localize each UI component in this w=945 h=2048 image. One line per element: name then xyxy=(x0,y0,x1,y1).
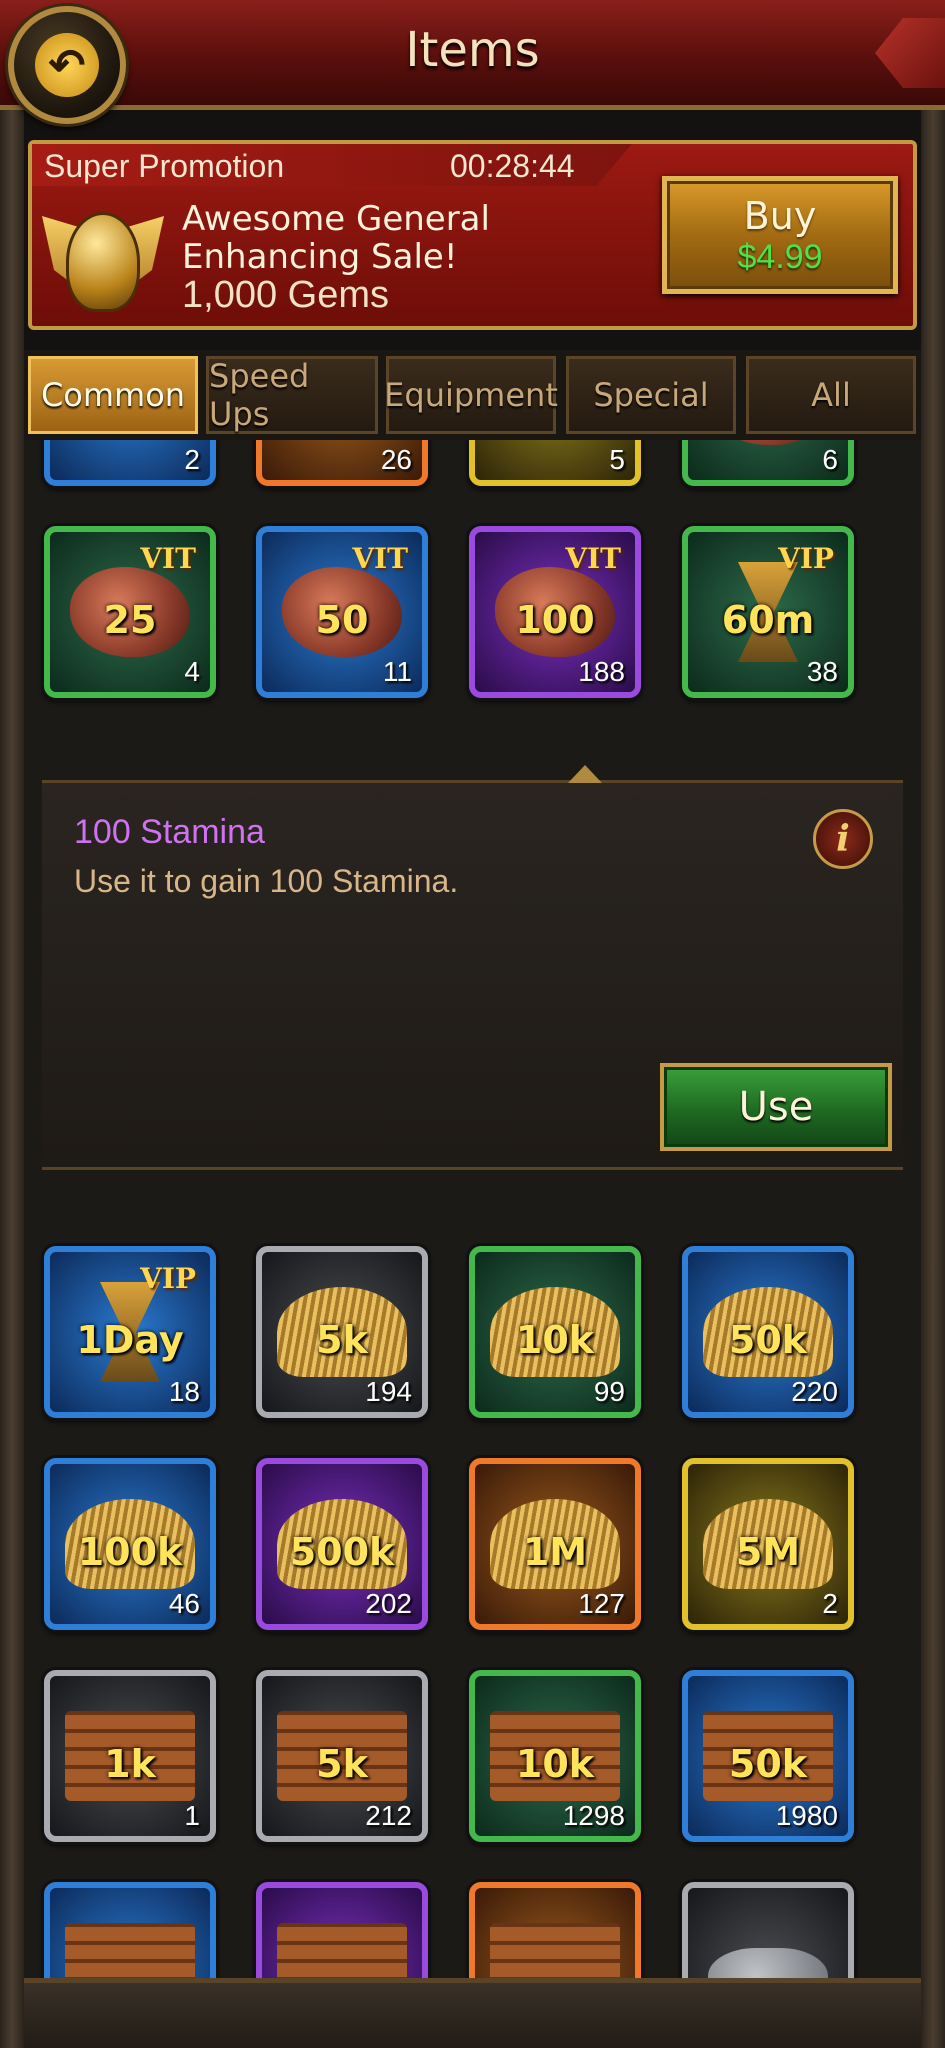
item-slot[interactable]: 100k 46 xyxy=(44,1458,216,1630)
item-amount-label: 25 xyxy=(103,598,157,642)
item-description: Use it to gain 100 Stamina. xyxy=(74,863,459,899)
item-slot[interactable] xyxy=(682,1882,854,1980)
wood-icon xyxy=(490,1923,620,1980)
item-slot[interactable]: VIP 60m 38 xyxy=(682,526,854,698)
tab-equipment[interactable]: Equipment xyxy=(384,356,558,434)
item-tag: VIP xyxy=(140,1262,196,1295)
tab-speed-ups[interactable]: Speed Ups xyxy=(206,356,378,434)
item-amount-label: 1Day xyxy=(76,1318,184,1362)
item-count: 194 xyxy=(365,1376,412,1407)
promotion-timer: 00:28:44 xyxy=(450,148,575,184)
super-promotion-banner[interactable]: Super Promotion 00:28:44 Awesome General… xyxy=(28,140,917,330)
frame-left xyxy=(0,110,24,2048)
item-count: 4 xyxy=(184,656,200,687)
item-amount-label: 50k xyxy=(728,1742,808,1786)
item-count: 99 xyxy=(593,1376,625,1407)
item-slot[interactable] xyxy=(256,1882,428,1980)
item-slot[interactable]: 5M 2 xyxy=(682,1458,854,1630)
buy-price: $4.99 xyxy=(737,237,823,276)
item-slot[interactable]: VIT 50 11 xyxy=(256,526,428,698)
buy-label: Buy xyxy=(743,193,817,238)
item-slot[interactable]: 500k 202 xyxy=(256,1458,428,1630)
item-slot[interactable]: 50k 220 xyxy=(682,1246,854,1418)
title-bar: Items xyxy=(0,0,945,110)
item-count: 1 xyxy=(184,1800,200,1831)
item-count: 1980 xyxy=(775,1800,838,1831)
back-button[interactable]: ↶ xyxy=(8,6,126,124)
promotion-title: Awesome General Enhancing Sale! xyxy=(182,199,490,277)
item-count: 5 xyxy=(609,444,625,475)
item-slot[interactable]: 1M 127 xyxy=(469,1458,641,1630)
item-count: 6 xyxy=(822,444,838,475)
item-tag: VIT xyxy=(352,542,408,575)
item-name: 100 Stamina xyxy=(74,813,265,851)
use-button[interactable]: Use xyxy=(660,1063,892,1151)
item-slot[interactable]: VIT 25 4 xyxy=(44,526,216,698)
general-helmet-icon xyxy=(38,196,168,326)
wood-icon xyxy=(277,1923,407,1980)
category-tabs: Common Speed Ups Equipment Special All xyxy=(24,350,921,440)
item-tag: VIT xyxy=(565,542,621,575)
item-amount-label: 10k xyxy=(515,1742,595,1786)
item-slot[interactable]: 1k 1 xyxy=(44,1670,216,1842)
item-count: 1298 xyxy=(562,1800,625,1831)
item-count: 188 xyxy=(578,656,625,687)
item-count: 11 xyxy=(382,656,412,687)
item-slot[interactable]: 20005 xyxy=(469,440,641,486)
item-slot[interactable]: 106 xyxy=(682,440,854,486)
item-amount-label: 60m xyxy=(721,598,815,642)
frame-right xyxy=(921,110,945,2048)
item-amount-label: 5M xyxy=(735,1530,801,1574)
promotion-label: Super Promotion xyxy=(44,148,285,184)
tab-special[interactable]: Special xyxy=(566,356,736,434)
item-slot[interactable]: 2002 xyxy=(44,440,216,486)
item-slot[interactable]: 100026 xyxy=(256,440,428,486)
item-count: 2 xyxy=(184,444,200,475)
tab-all[interactable]: All xyxy=(746,356,916,434)
item-amount-label: 1M xyxy=(522,1530,588,1574)
bottom-frame xyxy=(24,1978,921,2048)
item-amount-label: 50k xyxy=(728,1318,808,1362)
item-amount-label: 1k xyxy=(104,1742,156,1786)
info-icon[interactable]: i xyxy=(813,809,873,869)
item-amount-label: 5k xyxy=(316,1318,368,1362)
item-count: 18 xyxy=(168,1376,200,1407)
item-slot[interactable]: 5k 194 xyxy=(256,1246,428,1418)
item-count: 46 xyxy=(168,1588,200,1619)
item-count: 212 xyxy=(365,1800,412,1831)
item-slot[interactable]: VIT 100 188 xyxy=(469,526,641,698)
wood-icon xyxy=(65,1923,195,1980)
item-amount-label: 500k xyxy=(289,1530,395,1574)
item-tag: VIP xyxy=(778,542,834,575)
item-slot[interactable]: 50k 1980 xyxy=(682,1670,854,1842)
item-count: 127 xyxy=(578,1588,625,1619)
buy-button[interactable]: Buy $4.99 xyxy=(662,176,898,294)
item-amount-label: 5k xyxy=(316,1742,368,1786)
item-count: 202 xyxy=(365,1588,412,1619)
item-tag: VIT xyxy=(140,542,196,575)
tab-common[interactable]: Common xyxy=(28,356,198,434)
item-amount-label: 10k xyxy=(515,1318,595,1362)
item-amount-label: 100k xyxy=(77,1530,183,1574)
item-detail-panel: 100 Stamina Use it to gain 100 Stamina. … xyxy=(42,765,903,1170)
back-arrow-icon: ↶ xyxy=(35,33,99,97)
meat-icon xyxy=(708,440,828,445)
page-title: Items xyxy=(405,22,540,78)
item-count: 220 xyxy=(791,1376,838,1407)
items-grid[interactable]: 200210002620005106VIT254VIT5011VIT100188… xyxy=(24,440,921,1980)
item-slot[interactable]: 5k 212 xyxy=(256,1670,428,1842)
item-slot[interactable]: 10k 99 xyxy=(469,1246,641,1418)
selection-pointer xyxy=(568,765,602,783)
item-amount-label: 50 xyxy=(315,598,369,642)
stone-icon xyxy=(708,1948,828,1980)
item-slot[interactable] xyxy=(44,1882,216,1980)
promotion-amount: 1,000 Gems xyxy=(182,274,389,316)
item-count: 26 xyxy=(380,444,412,475)
item-slot[interactable] xyxy=(469,1882,641,1980)
item-amount-label: 100 xyxy=(515,598,595,642)
item-count: 38 xyxy=(806,656,838,687)
item-slot[interactable]: 10k 1298 xyxy=(469,1670,641,1842)
item-slot[interactable]: VIP 1Day 18 xyxy=(44,1246,216,1418)
item-count: 2 xyxy=(822,1588,838,1619)
